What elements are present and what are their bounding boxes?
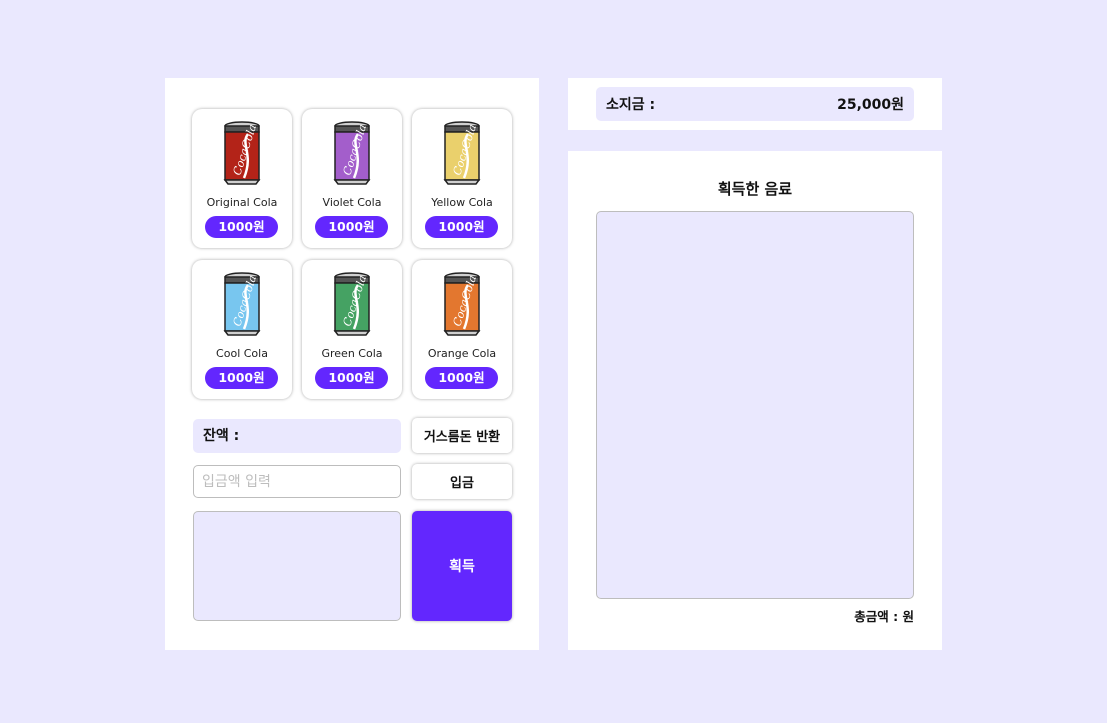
product-price-badge: 1000원 — [315, 367, 388, 389]
product-grid: CocaCola Original Cola 1000원 CocaCola Vi… — [192, 109, 512, 399]
wallet-amount: 25,000원 — [837, 97, 904, 113]
wallet-display: 소지금 : 25,000원 — [596, 87, 914, 121]
product-price-badge: 1000원 — [205, 367, 278, 389]
acquired-drinks-list — [596, 211, 914, 599]
product-price-badge: 1000원 — [205, 216, 278, 238]
cola-can-icon: CocaCola — [333, 272, 371, 336]
cola-can-icon: CocaCola — [223, 121, 261, 185]
product-card-cool-cola[interactable]: CocaCola Cool Cola 1000원 — [192, 260, 292, 399]
total-amount: 총금액 : 원 — [854, 609, 914, 624]
cola-can-icon: CocaCola — [443, 121, 481, 185]
product-card-violet-cola[interactable]: CocaCola Violet Cola 1000원 — [302, 109, 402, 248]
deposit-button[interactable]: 입금 — [412, 464, 512, 499]
product-card-green-cola[interactable]: CocaCola Green Cola 1000원 — [302, 260, 402, 399]
product-price-badge: 1000원 — [425, 367, 498, 389]
cola-can-icon: CocaCola — [223, 272, 261, 336]
product-price-badge: 1000원 — [315, 216, 388, 238]
product-price-badge: 1000원 — [425, 216, 498, 238]
product-card-original-cola[interactable]: CocaCola Original Cola 1000원 — [192, 109, 292, 248]
acquire-button[interactable]: 획득 — [412, 511, 512, 621]
cola-can-icon: CocaCola — [443, 272, 481, 336]
acquired-title: 획득한 음료 — [717, 180, 793, 198]
selected-items-list — [193, 511, 401, 621]
product-card-orange-cola[interactable]: CocaCola Orange Cola 1000원 — [412, 260, 512, 399]
cola-can-icon: CocaCola — [333, 121, 371, 185]
vending-machine-panel: CocaCola Original Cola 1000원 CocaCola Vi… — [165, 78, 539, 650]
acquired-drinks-panel: 획득한 음료 총금액 : 원 — [568, 151, 942, 650]
wallet-label: 소지금 : — [606, 97, 656, 113]
return-change-button[interactable]: 거스름돈 반환 — [412, 418, 512, 453]
product-name: Cool Cola — [216, 347, 268, 360]
balance-display: 잔액 : — [193, 419, 401, 453]
product-name: Original Cola — [206, 196, 278, 209]
product-card-yellow-cola[interactable]: CocaCola Yellow Cola 1000원 — [412, 109, 512, 248]
product-name: Violet Cola — [322, 196, 382, 209]
wallet-panel: 소지금 : 25,000원 — [568, 78, 942, 130]
deposit-input[interactable] — [193, 465, 401, 498]
product-name: Green Cola — [321, 347, 383, 360]
product-name: Orange Cola — [427, 347, 497, 360]
product-name: Yellow Cola — [431, 196, 493, 209]
